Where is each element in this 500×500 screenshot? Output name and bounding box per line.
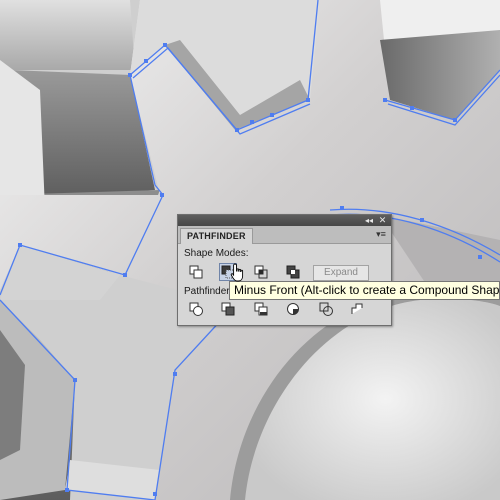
collapse-panel-button[interactable]: ◂◂: [363, 215, 375, 226]
outline-button[interactable]: [317, 300, 335, 318]
panel-titlebar[interactable]: ◂◂ ✕: [178, 215, 391, 226]
minus-back-icon: [351, 303, 363, 314]
unite-icon: [189, 265, 203, 279]
gear-tooth-side: [0, 0, 135, 70]
divide-icon: [189, 302, 203, 316]
expand-button[interactable]: Expand: [313, 265, 369, 281]
shape-modes-label: Shape Modes:: [184, 248, 249, 259]
outline-icon: [319, 302, 333, 316]
exclude-button[interactable]: [284, 263, 302, 281]
merge-icon: [254, 302, 268, 316]
hand-pointer-icon: [230, 263, 244, 282]
exclude-icon: [286, 265, 300, 279]
trim-icon: [221, 302, 235, 316]
intersect-button[interactable]: [252, 263, 270, 281]
panel-menu-icon[interactable]: ▾≡: [375, 229, 387, 239]
tooltip: Minus Front (Alt-click to create a Compo…: [229, 281, 500, 300]
tab-pathfinder[interactable]: PATHFINDER: [180, 228, 253, 244]
panel-tab-row: PATHFINDER ▾≡: [178, 226, 391, 244]
minus-back-button[interactable]: [348, 300, 366, 318]
close-panel-button[interactable]: ✕: [377, 215, 388, 226]
trim-button[interactable]: [219, 300, 237, 318]
pathfinder-panel: ◂◂ ✕ PATHFINDER ▾≡ Shape Modes: Expand P…: [177, 214, 392, 326]
crop-icon: [287, 303, 299, 315]
unite-button[interactable]: [187, 263, 205, 281]
divide-button[interactable]: [187, 300, 205, 318]
merge-button[interactable]: [252, 300, 270, 318]
crop-button[interactable]: [284, 300, 302, 318]
intersect-icon: [254, 265, 268, 279]
